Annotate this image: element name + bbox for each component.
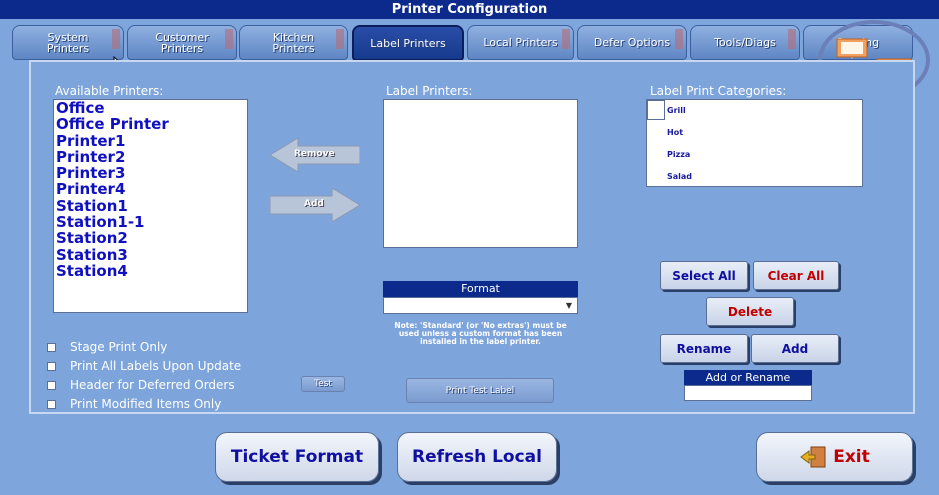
available-printers-label: Available Printers: [55, 84, 164, 98]
checkbox[interactable] [47, 399, 56, 409]
available-printers-list[interactable]: Office Office Printer Printer1 Printer2 … [53, 99, 248, 313]
list-item[interactable]: Hot [667, 128, 683, 137]
add-or-rename-input[interactable] [684, 385, 812, 401]
checkbox[interactable] [47, 342, 56, 352]
test-button[interactable]: Test [301, 376, 345, 392]
list-item[interactable]: Station1 [54, 197, 247, 214]
list-item[interactable]: Pizza [667, 150, 690, 159]
list-item[interactable]: Office Printer [54, 116, 247, 133]
remove-label: Remove [294, 149, 335, 159]
add-arrow-button[interactable]: Add [270, 188, 360, 222]
format-select[interactable]: ▼ [383, 297, 578, 314]
tab-label: System Printers [46, 30, 90, 55]
list-item[interactable]: Station1-1 [54, 214, 247, 231]
remove-arrow-button[interactable]: Remove [270, 138, 360, 172]
tab-label: Label Printers [370, 36, 446, 50]
format-header: Format [383, 281, 578, 297]
format-value [384, 305, 387, 316]
list-item[interactable]: Printer1 [54, 132, 247, 149]
option-label: Print Modified Items Only [70, 397, 222, 411]
label-printers-list[interactable] [383, 99, 578, 248]
list-item[interactable]: Printer4 [54, 181, 247, 198]
exit-door-icon [800, 446, 826, 468]
tab-defer-options[interactable]: Defer Options [577, 25, 687, 60]
tab-tools-diags[interactable]: Tools/Diags [690, 25, 800, 60]
option-print-all-labels-upon-update[interactable]: Print All Labels Upon Update [47, 359, 241, 373]
tab-customer-printers[interactable]: Customer Printers [127, 25, 237, 60]
list-item[interactable]: Station2 [54, 230, 247, 247]
option-label: Stage Print Only [70, 340, 168, 354]
label-printers-label: Label Printers: [386, 84, 473, 98]
add-category-button[interactable]: Add [751, 334, 839, 363]
tab-label: Defer Options [593, 36, 671, 49]
option-label: Print All Labels Upon Update [70, 359, 242, 373]
label-print-categories-label: Label Print Categories: [650, 84, 787, 98]
chevron-down-icon[interactable]: ▼ [563, 300, 575, 311]
option-label: Header for Deferred Orders [70, 378, 235, 392]
checkbox[interactable] [47, 380, 56, 390]
window-title: Printer Configuration [0, 0, 939, 19]
category-checkbox[interactable] [647, 100, 665, 120]
tab-label: Kitchen Printers [272, 30, 315, 55]
tab-label-printers[interactable]: Label Printers [352, 25, 464, 61]
list-item[interactable]: Printer3 [54, 165, 247, 182]
exit-button[interactable]: Exit [756, 432, 913, 482]
select-all-button[interactable]: Select All [660, 261, 748, 290]
add-label: Add [304, 199, 324, 209]
clear-all-button[interactable]: Clear All [753, 261, 839, 290]
option-stage-print-only[interactable]: Stage Print Only [47, 340, 167, 354]
tab-kitchen-printers[interactable]: Kitchen Printers [239, 25, 348, 60]
rename-button[interactable]: Rename [660, 334, 748, 363]
format-note: Note: 'Standard' (or 'No extras') must b… [394, 321, 567, 346]
tab-label: Customer Printers [155, 30, 209, 55]
tab-label: Local Printers [483, 36, 558, 49]
list-item[interactable]: Salad [667, 172, 692, 181]
exit-label: Exit [833, 447, 870, 467]
list-item[interactable]: Station4 [54, 263, 247, 280]
tab-system-printers[interactable]: System Printers [12, 25, 124, 60]
add-or-rename-header: Add or Rename [684, 370, 812, 385]
tab-local-printers[interactable]: Local Printers [467, 25, 574, 60]
refresh-local-button[interactable]: Refresh Local [397, 432, 557, 482]
checkbox[interactable] [47, 361, 56, 371]
tab-label: Tools/Diags [714, 36, 776, 49]
list-item[interactable]: Office [54, 100, 247, 117]
list-item[interactable]: Station3 [54, 246, 247, 263]
print-test-label-button[interactable]: Print Test Label [406, 378, 554, 403]
list-item[interactable]: Grill [667, 106, 686, 115]
label-print-categories-list[interactable]: Grill Hot Pizza Salad [646, 99, 863, 187]
list-item[interactable]: Printer2 [54, 149, 247, 166]
delete-button[interactable]: Delete [706, 297, 794, 326]
option-header-for-deferred-orders[interactable]: Header for Deferred Orders [47, 378, 235, 392]
ticket-format-button[interactable]: Ticket Format [215, 432, 379, 482]
option-print-modified-items-only[interactable]: Print Modified Items Only [47, 397, 221, 411]
